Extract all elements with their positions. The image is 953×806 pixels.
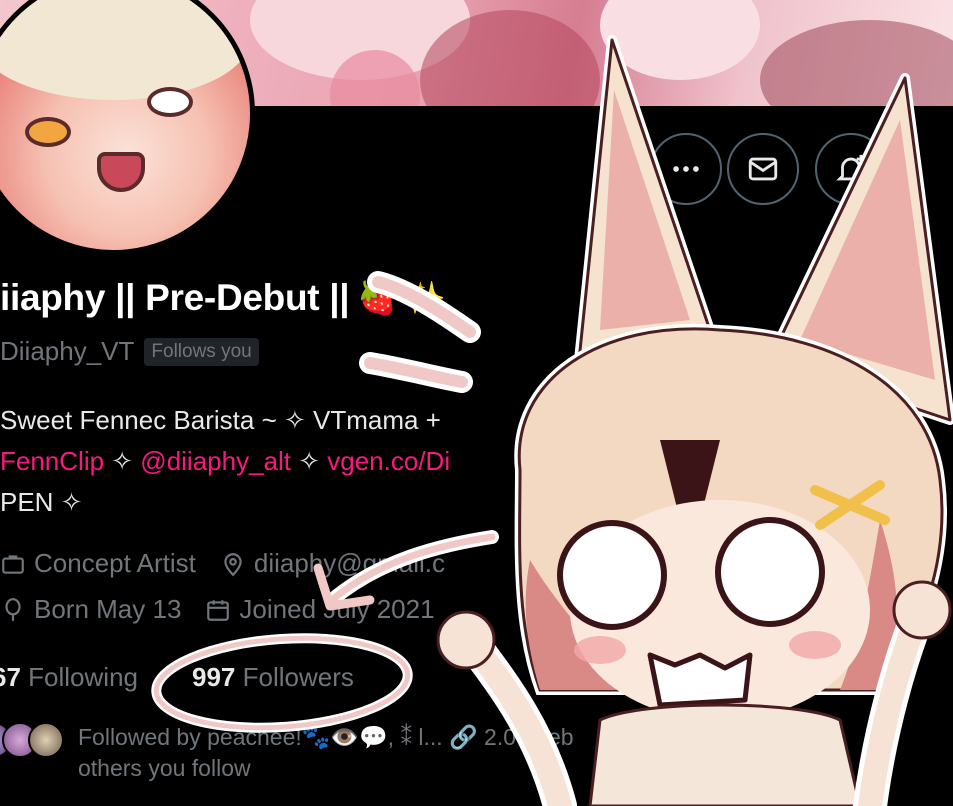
fennec-arm [858, 598, 932, 806]
followed-by-line: Followed by peachee!🐾👁️💬, ⁑ l... 🔗 2.0 .… [78, 724, 574, 750]
fennec-face [570, 500, 870, 720]
mutual-avatars [0, 722, 64, 784]
followers-count: 997 [192, 662, 236, 692]
fennec-ear-inner [600, 90, 690, 330]
job-text: Concept Artist [34, 548, 196, 578]
fennec-arm [853, 593, 937, 806]
notify-button[interactable] [815, 133, 887, 205]
fennec-ear [765, 73, 953, 425]
followed-by[interactable]: Followed by peachee!🐾👁️💬, ⁑ l... 🔗 2.0 .… [0, 722, 574, 784]
meta-joined: Joined July 2021 [205, 594, 435, 625]
bio-line: PEN ✧ [0, 487, 83, 517]
balloon-icon [5, 597, 21, 621]
fennec-ear [768, 76, 952, 422]
joined-text: Joined July 2021 [239, 594, 435, 624]
profile-handle: Diiaphy_VT [0, 336, 135, 366]
following-link[interactable]: 67 Following [0, 662, 138, 693]
bio-link-fennclip[interactable]: FennClip [0, 446, 104, 476]
profile-meta: Concept Artist diiaphy@gmail.c [0, 548, 459, 579]
briefcase-icon [2, 554, 24, 574]
handle-row: Diiaphy_VT Follows you [0, 336, 259, 367]
fennec-hair-streak [660, 440, 720, 560]
fennec-blush [789, 631, 841, 659]
bio-separator: ✧ [291, 446, 328, 476]
fennec-fist [892, 580, 952, 640]
followers-link[interactable]: 997 Followers [192, 662, 354, 693]
profile-bio: Sweet Fennec Barista ~ ✧ VTmama + FennCl… [0, 400, 450, 523]
mail-icon [748, 157, 778, 181]
following-label: Following [28, 662, 138, 692]
meta-location: diiaphy@gmail.c [220, 548, 445, 579]
message-button[interactable] [727, 133, 799, 205]
bell-plus-icon [836, 154, 866, 181]
fennec-head [514, 323, 947, 695]
bio-line: FennClip ✧ @diiaphy_alt ✧ vgen.co/Di [0, 441, 450, 482]
hair-clip [810, 480, 890, 530]
excitement-mark [359, 352, 473, 393]
followers-label: Followers [242, 662, 354, 692]
follows-you-badge: Follows you [144, 337, 259, 366]
profile-meta: Born May 13 Joined July 2021 [0, 594, 449, 625]
avatar-eye [147, 87, 193, 117]
avatar-hair [0, 0, 250, 100]
meta-job: Concept Artist [0, 548, 196, 579]
profile-avatar[interactable] [0, 0, 255, 255]
fennec-hair-shade [840, 520, 897, 690]
fennec-eye [557, 520, 667, 630]
name-row: iiaphy || Pre-Debut || 🍓 ✨ [0, 277, 446, 319]
banner-art [760, 20, 953, 106]
avatar-eye [25, 117, 71, 147]
location-text: diiaphy@gmail.c [253, 548, 445, 578]
bio-line: Sweet Fennec Barista ~ ✧ VTmama + [0, 405, 441, 435]
display-name: iiaphy || Pre-Debut || [0, 277, 350, 318]
fennec-head [517, 327, 944, 692]
fennec-mouth [647, 652, 753, 708]
bio-link-vgen[interactable]: vgen.co/Di [327, 446, 450, 476]
calendar-icon [207, 599, 230, 621]
birthday-text: Born May 13 [34, 594, 182, 624]
fennec-eye [715, 517, 825, 627]
bio-link-alt-account[interactable]: @diiaphy_alt [140, 446, 291, 476]
follow-stats: 67 Following 997 Followers [0, 662, 354, 693]
bio-separator: ✧ [104, 446, 141, 476]
fennec-hair-shade [525, 560, 630, 690]
mutual-avatar [28, 722, 64, 758]
banner-art [600, 0, 760, 80]
meta-birthday: Born May 13 [0, 594, 181, 625]
name-emojis: 🍓 ✨ [357, 280, 446, 316]
fennec-blush [574, 636, 626, 664]
more-button[interactable] [650, 133, 722, 205]
following-count: 67 [0, 662, 21, 692]
fennec-body [588, 703, 862, 806]
location-pin-icon [224, 552, 242, 576]
followed-by-line: others you follow [78, 755, 251, 781]
followed-by-text: Followed by peachee!🐾👁️💬, ⁑ l... 🔗 2.0 .… [78, 722, 574, 784]
excitement-mark [364, 357, 468, 388]
avatar-mouth [97, 152, 145, 192]
more-icon [673, 166, 699, 172]
